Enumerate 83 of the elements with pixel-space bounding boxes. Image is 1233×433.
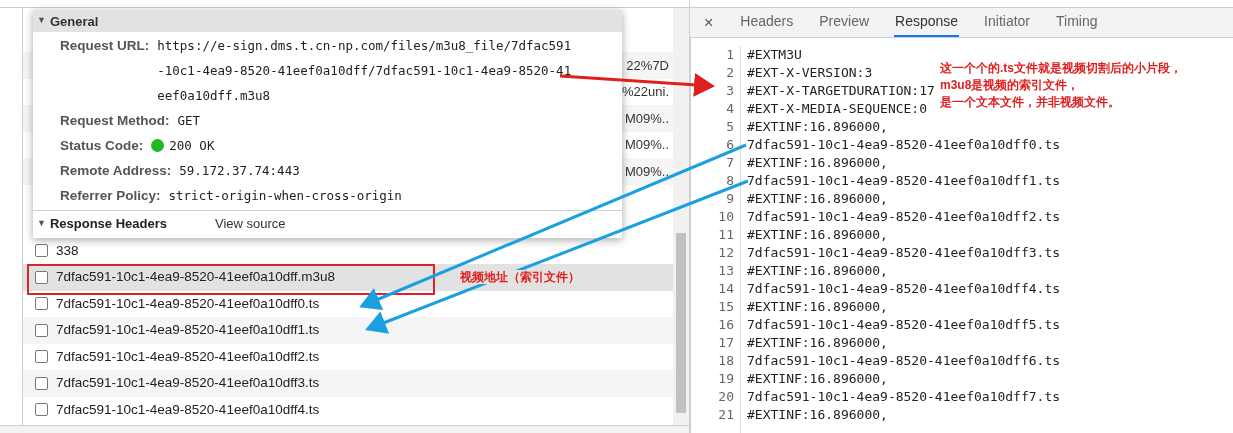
- tab[interactable]: Response: [894, 8, 960, 37]
- code-line: 7dfac591-10c1-4ea9-8520-41eef0a10dff1.ts: [747, 172, 1061, 190]
- header-value: GET: [177, 112, 202, 130]
- checkbox[interactable]: [35, 244, 48, 258]
- code-line: 7dfac591-10c1-4ea9-8520-41eef0a10dff6.ts: [747, 352, 1061, 370]
- close-button[interactable]: ×: [702, 8, 716, 37]
- header-label: Request Method:: [60, 112, 170, 130]
- code-line: 7dfac591-10c1-4ea9-8520-41eef0a10dff2.ts: [747, 208, 1061, 226]
- line-number: 15: [718, 298, 734, 316]
- line-number: 8: [726, 172, 734, 190]
- line-number: 21: [718, 406, 734, 424]
- code-line: #EXTINF:16.896000,: [747, 154, 888, 172]
- header-value: 200 OK: [169, 137, 215, 155]
- tab[interactable]: Headers: [739, 8, 795, 37]
- header-label: Request URL:: [60, 37, 150, 55]
- code-line: #EXT-X-VERSION:3: [747, 64, 873, 82]
- horizontal-scrollbar[interactable]: [0, 425, 689, 433]
- line-number: 13: [718, 262, 734, 280]
- line-number: 9: [726, 190, 734, 208]
- checkbox[interactable]: [35, 297, 48, 311]
- annotation-note: m3u8是视频的索引文件，: [940, 77, 1081, 94]
- line-number: 5: [726, 118, 734, 136]
- checkbox[interactable]: [35, 350, 48, 364]
- header-label: Remote Address:: [60, 162, 172, 180]
- code-line: #EXT-X-TARGETDURATION:17: [747, 82, 935, 100]
- checkbox[interactable]: [35, 376, 48, 390]
- request-name: M09%..: [624, 162, 669, 181]
- code-line: #EXTINF:16.896000,: [747, 298, 888, 316]
- line-number: 6: [726, 136, 734, 154]
- line-number: 19: [718, 370, 734, 388]
- line-number: 10: [718, 208, 734, 226]
- line-number: 11: [718, 226, 734, 244]
- header-label: Referrer Policy:: [60, 187, 161, 205]
- code-line: 7dfac591-10c1-4ea9-8520-41eef0a10dff0.ts: [747, 136, 1061, 154]
- line-number: 14: [718, 280, 734, 298]
- code-line: #EXTINF:16.896000,: [747, 226, 888, 244]
- caret-icon: ▼: [37, 14, 46, 28]
- request-row[interactable]: 7dfac591-10c1-4ea9-8520-41eef0a10dff.m3u8 视频地址（索引文件）: [23, 264, 673, 291]
- request-name: 22%7D: [626, 56, 669, 75]
- code-line: 7dfac591-10c1-4ea9-8520-41eef0a10dff5.ts: [747, 316, 1061, 334]
- section-title[interactable]: Response Headers: [49, 214, 167, 234]
- request-row[interactable]: 7dfac591-10c1-4ea9-8520-41eef0a10dff1.ts: [23, 317, 673, 344]
- tab[interactable]: Timing: [1055, 8, 1099, 37]
- line-number: 16: [718, 316, 734, 334]
- line-number: 17: [718, 334, 734, 352]
- code-line: #EXT-X-MEDIA-SEQUENCE:0: [747, 100, 927, 118]
- view-source-link[interactable]: View source: [215, 214, 286, 234]
- line-number: 20: [718, 388, 734, 406]
- checkbox[interactable]: [35, 403, 48, 417]
- line-number: 7: [726, 154, 734, 172]
- request-row[interactable]: 7dfac591-10c1-4ea9-8520-41eef0a10dff3.ts: [23, 370, 673, 397]
- header-value: https://e-sign.dms.t.cn-np.com/files/m3u8_file/7dfac591-10c1-4ea9-8520-41eef0a10dff/7dfac591-10c1-4ea9-8520-41eef0a10dff.m3u8: [157, 37, 573, 105]
- code-line: #EXTINF:16.896000,: [747, 190, 888, 208]
- line-number: 12: [718, 244, 734, 262]
- request-name: %22uni.: [622, 83, 669, 101]
- header-value: strict-origin-when-cross-origin: [168, 187, 403, 205]
- header-label: Status Code:: [60, 137, 144, 155]
- annotation-note: 这一个个的.ts文件就是视频切割后的小片段，: [940, 60, 1182, 77]
- tab[interactable]: Initiator: [983, 8, 1032, 37]
- code-line: #EXTINF:16.896000,: [747, 406, 888, 424]
- line-number: 3: [726, 82, 734, 100]
- line-number: 4: [726, 100, 734, 118]
- request-name: M09%..: [624, 136, 669, 154]
- line-number: 18: [718, 352, 734, 370]
- code-line: #EXTINF:16.896000,: [747, 118, 888, 136]
- line-number: 2: [726, 64, 734, 82]
- checkbox[interactable]: [35, 270, 48, 284]
- code-line: 7dfac591-10c1-4ea9-8520-41eef0a10dff7.ts: [747, 388, 1061, 406]
- code-line: #EXTM3U: [747, 46, 802, 64]
- checkbox[interactable]: [35, 323, 48, 337]
- header-value: 59.172.37.74:443: [179, 162, 301, 180]
- code-line: #EXTINF:16.896000,: [747, 370, 888, 388]
- scrollbar[interactable]: [673, 8, 689, 425]
- tab[interactable]: Preview: [818, 8, 871, 37]
- code-line: 7dfac591-10c1-4ea9-8520-41eef0a10dff3.ts: [747, 244, 1061, 262]
- caret-icon: ▼: [37, 217, 46, 231]
- request-name: M09%..: [624, 109, 669, 128]
- code-line: 7dfac591-10c1-4ea9-8520-41eef0a10dff4.ts: [747, 280, 1061, 298]
- line-number: 1: [726, 46, 734, 64]
- code-line: #EXTINF:16.896000,: [747, 334, 888, 352]
- annotation-note: 是一个文本文件，并非视频文件。: [940, 94, 1121, 111]
- section-title[interactable]: General: [49, 14, 99, 28]
- code-line: #EXTINF:16.896000,: [747, 262, 888, 280]
